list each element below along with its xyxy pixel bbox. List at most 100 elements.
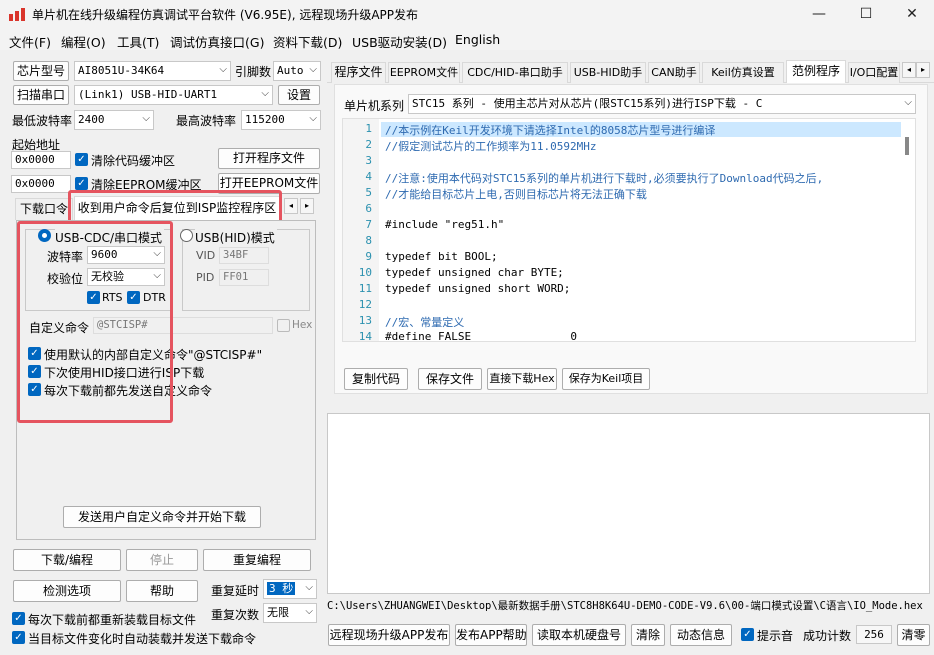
- repeat-delay-select[interactable]: 3 秒 ⌵: [263, 579, 317, 599]
- open-program-file-button[interactable]: 打开程序文件: [218, 148, 320, 169]
- code-line: #define FALSE 0: [385, 330, 578, 342]
- chevron-down-icon: ⌵: [305, 606, 313, 618]
- reset-count-button[interactable]: 清零: [897, 624, 930, 646]
- close-button[interactable]: ✕: [889, 0, 934, 28]
- hex-label: Hex: [292, 319, 313, 331]
- menu-usb-driver[interactable]: USB驱动安装(D): [352, 32, 447, 51]
- app-logo-icon: [9, 8, 25, 21]
- right-tab-scroll-right-icon[interactable]: ▸: [916, 62, 930, 78]
- tab-download-password[interactable]: 下载口令: [15, 198, 73, 220]
- line-number: 11: [358, 282, 372, 295]
- code-line: //假定测试芯片的工作频率为11.0592MHz: [385, 140, 597, 153]
- line-number: 10: [358, 266, 372, 279]
- min-baud-label: 最低波特率: [12, 114, 73, 128]
- line-number: 14: [358, 330, 372, 342]
- title-bar: 单片机在线升级编程仿真调试平台软件 (V6.95E), 远程现场升级APP发布 …: [0, 0, 934, 28]
- port-value: (Link1) USB-HID-UART1: [78, 88, 218, 101]
- output-log[interactable]: [327, 413, 930, 594]
- tab-program-file[interactable]: 程序文件: [331, 62, 386, 83]
- chip-model-select[interactable]: AI8051U-34K64 ⌵: [74, 61, 231, 81]
- repeat-count-value: 无限: [267, 606, 289, 619]
- eeprom-start-address-input[interactable]: 0x0000: [11, 175, 71, 193]
- tab-io-config[interactable]: I/O口配置: [848, 62, 900, 83]
- line-number: 8: [365, 234, 372, 247]
- pin-count-select[interactable]: Auto ⌵: [273, 61, 321, 81]
- copy-code-button[interactable]: 复制代码: [344, 368, 408, 390]
- tab-keil-settings[interactable]: Keil仿真设置: [702, 62, 784, 83]
- code-editor[interactable]: 1 //本示例在Keil开发环境下请选择Intel的8058芯片型号进行编译 2 //…: [342, 118, 916, 342]
- tab-scroll-right-icon[interactable]: ▸: [300, 198, 314, 214]
- tab-can-helper[interactable]: CAN助手: [648, 62, 700, 83]
- scroll-thumb[interactable]: [905, 137, 909, 155]
- menu-downloads[interactable]: 资料下载(D): [273, 32, 342, 51]
- beep-label: 提示音: [757, 629, 794, 643]
- chevron-down-icon: ⌵: [219, 64, 227, 76]
- menu-tools[interactable]: 工具(T): [117, 32, 159, 51]
- direct-download-hex-button[interactable]: 直接下载Hex: [487, 368, 557, 390]
- maximize-button[interactable]: ☐: [843, 0, 889, 28]
- usb-hid-label: USB(HID)模式: [195, 229, 277, 246]
- vid-input[interactable]: 34BF: [219, 247, 269, 264]
- chevron-down-icon: ⌵: [309, 64, 317, 76]
- tab-scroll-left-icon[interactable]: ◂: [284, 198, 298, 214]
- highlight-box-tab: [68, 190, 282, 223]
- chip-model-button[interactable]: 芯片型号: [13, 61, 69, 81]
- mcu-series-select[interactable]: STC15 系列 - 使用主芯片对从芯片(限STC15系列)进行ISP下载 - …: [408, 94, 916, 114]
- check-options-button[interactable]: 检测选项: [13, 580, 121, 602]
- code-line: //才能给目标芯片上电,否则目标芯片将无法正确下载: [385, 188, 647, 201]
- usb-hid-radio[interactable]: [180, 229, 193, 242]
- menu-english[interactable]: English: [455, 32, 500, 47]
- vid-label: VID: [196, 249, 216, 262]
- line-number: 13: [358, 314, 372, 327]
- help-button[interactable]: 帮助: [126, 580, 198, 602]
- window-title: 单片机在线升级编程仿真调试平台软件 (V6.95E), 远程现场升级APP发布: [32, 8, 419, 22]
- clear-eeprom-checkbox[interactable]: ✓: [75, 177, 88, 190]
- max-baud-value: 115200: [245, 113, 285, 126]
- chevron-down-icon: ⌵: [261, 88, 269, 100]
- min-baud-select[interactable]: 2400 ⌵: [74, 110, 154, 130]
- send-custom-command-button[interactable]: 发送用户自定义命令并开始下载: [63, 506, 261, 528]
- auto-load-checkbox[interactable]: ✓: [12, 631, 25, 644]
- save-file-button[interactable]: 保存文件: [418, 368, 482, 390]
- highlight-box-options: [17, 221, 173, 423]
- publish-app-help-button[interactable]: 发布APP帮助: [455, 624, 527, 646]
- reprogram-button[interactable]: 重复编程: [203, 549, 311, 571]
- menu-file[interactable]: 文件(F): [9, 32, 51, 51]
- code-line: //宏、常量定义: [385, 316, 465, 329]
- beep-checkbox[interactable]: ✓: [741, 628, 754, 641]
- chip-model-value: AI8051U-34K64: [78, 64, 165, 77]
- tab-example-programs[interactable]: 范例程序: [786, 60, 846, 83]
- file-path: C:\Users\ZHUANGWEI\Desktop\最新数据手册\STC8H8…: [327, 600, 923, 612]
- success-count-label: 成功计数: [803, 629, 852, 643]
- menu-program[interactable]: 编程(O): [61, 32, 106, 51]
- remote-upgrade-publish-button[interactable]: 远程现场升级APP发布: [328, 624, 450, 646]
- reload-target-file-checkbox[interactable]: ✓: [12, 612, 25, 625]
- scan-port-button[interactable]: 扫描串口: [13, 85, 69, 105]
- line-number: 3: [365, 154, 372, 167]
- tab-eeprom-file[interactable]: EEPROM文件: [388, 62, 460, 83]
- max-baud-select[interactable]: 115200 ⌵: [241, 110, 321, 130]
- port-select[interactable]: (Link1) USB-HID-UART1 ⌵: [74, 85, 273, 105]
- save-keil-project-button[interactable]: 保存为Keil项目: [562, 368, 650, 390]
- download-program-button[interactable]: 下载/编程: [13, 549, 121, 571]
- port-settings-button[interactable]: 设置: [278, 85, 320, 105]
- auto-load-label: 当目标文件变化时自动装载并发送下载命令: [28, 632, 257, 646]
- code-start-address-input[interactable]: 0x0000: [11, 151, 71, 169]
- right-tab-scroll-left-icon[interactable]: ◂: [902, 62, 916, 78]
- read-disk-id-button[interactable]: 读取本机硬盘号: [532, 624, 626, 646]
- line-number: 4: [365, 170, 372, 183]
- minimize-button[interactable]: —: [796, 0, 842, 28]
- clear-code-checkbox[interactable]: ✓: [75, 153, 88, 166]
- chevron-down-icon: ⌵: [142, 113, 150, 125]
- repeat-count-select[interactable]: 无限 ⌵: [263, 603, 317, 623]
- tab-usb-hid-helper[interactable]: USB-HID助手: [570, 62, 646, 83]
- stop-button[interactable]: 停止: [126, 549, 198, 571]
- clear-log-button[interactable]: 清除: [631, 624, 665, 646]
- pid-input[interactable]: FF01: [219, 269, 269, 286]
- chevron-down-icon: ⌵: [904, 97, 912, 109]
- pin-count-label: 引脚数: [235, 65, 272, 79]
- dynamic-info-button[interactable]: 动态信息: [670, 624, 732, 646]
- tab-cdc-hid-serial[interactable]: CDC/HID-串口助手: [462, 62, 568, 83]
- hex-checkbox[interactable]: [277, 319, 290, 332]
- menu-debug[interactable]: 调试仿真接口(G): [170, 32, 264, 51]
